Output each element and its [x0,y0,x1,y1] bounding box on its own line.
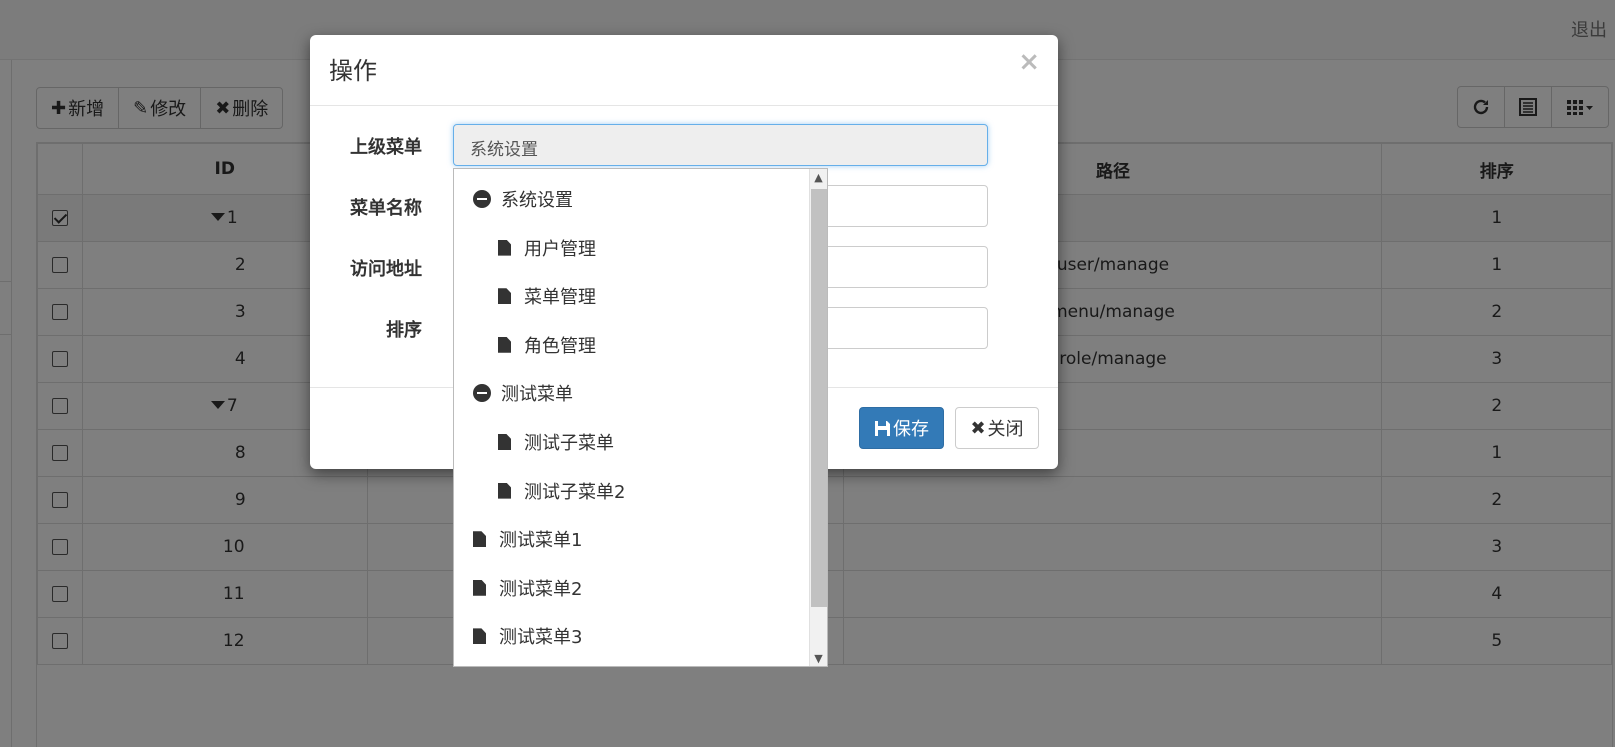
file-icon [498,336,511,353]
file-icon [498,239,511,256]
tree-node[interactable]: 测试子菜单 [498,426,614,458]
save-button-label: 保存 [893,419,929,440]
close-button-label: 关闭 [987,419,1024,440]
tree-node-label: 用户管理 [524,238,596,260]
sort-label: 排序 [386,320,422,341]
tree-node-label: 测试菜单3 [499,627,583,649]
scroll-up-arrow-icon[interactable]: ▲ [810,169,827,187]
close-button[interactable]: ✖ 关闭 [955,407,1039,449]
scrollbar-thumb[interactable] [811,189,827,607]
dialog-title: 操作 [329,57,377,85]
tree-node-label: 系统设置 [501,190,573,211]
collapse-minus-icon[interactable] [473,384,491,403]
save-button[interactable]: 保存 [859,407,944,449]
tree-node[interactable]: 用户管理 [498,232,596,264]
remove-icon: ✖ [970,417,986,439]
tree-node[interactable]: 测试菜单3 [473,620,582,652]
tree-node[interactable]: 系统设置 [473,183,573,215]
tree-node-label: 测试菜单2 [499,578,583,600]
tree-node[interactable]: 菜单管理 [498,280,596,312]
tree-node-label: 测试子菜单 [524,433,614,454]
dialog-header: 操作 × [310,35,1058,106]
floppy-disk-icon [875,420,890,436]
collapse-minus-icon[interactable] [473,190,491,208]
file-icon [473,531,486,548]
parent-menu-label: 上级菜单 [350,137,422,158]
file-icon [498,288,511,305]
tree-node-label: 测试子菜单2 [524,481,626,503]
file-icon [473,579,486,596]
tree-node[interactable]: 测试菜单1 [473,523,582,555]
parent-menu-tree-dropdown: 系统设置用户管理菜单管理角色管理测试菜单测试子菜单测试子菜单2 测试菜单1 测试菜单… [453,168,828,667]
tree-node-label: 测试菜单1 [499,530,583,552]
file-icon [498,482,511,499]
tree-node-label: 角色管理 [524,335,596,357]
tree-node-label: 菜单管理 [524,287,596,309]
parent-menu-select[interactable]: 系统设置 [453,124,988,166]
tree-node[interactable]: 测试菜单2 [473,572,582,604]
tree-node-label: 测试菜单 [501,384,573,406]
close-icon[interactable]: × [1018,47,1040,77]
scroll-down-arrow-icon[interactable]: ▼ [810,650,827,666]
url-label: 访问地址 [350,259,422,280]
tree-node[interactable]: 角色管理 [498,329,596,361]
tree-scrollbar[interactable]: ▲ ▼ [809,169,827,666]
file-icon [498,434,511,450]
file-icon [473,628,486,645]
parent-menu-row: 上级菜单 系统设置 [310,124,1058,166]
tree-node[interactable]: 测试菜单 [473,377,573,409]
tree-node[interactable]: 测试子菜单2 [498,475,625,507]
menu-name-label: 菜单名称 [350,198,422,219]
